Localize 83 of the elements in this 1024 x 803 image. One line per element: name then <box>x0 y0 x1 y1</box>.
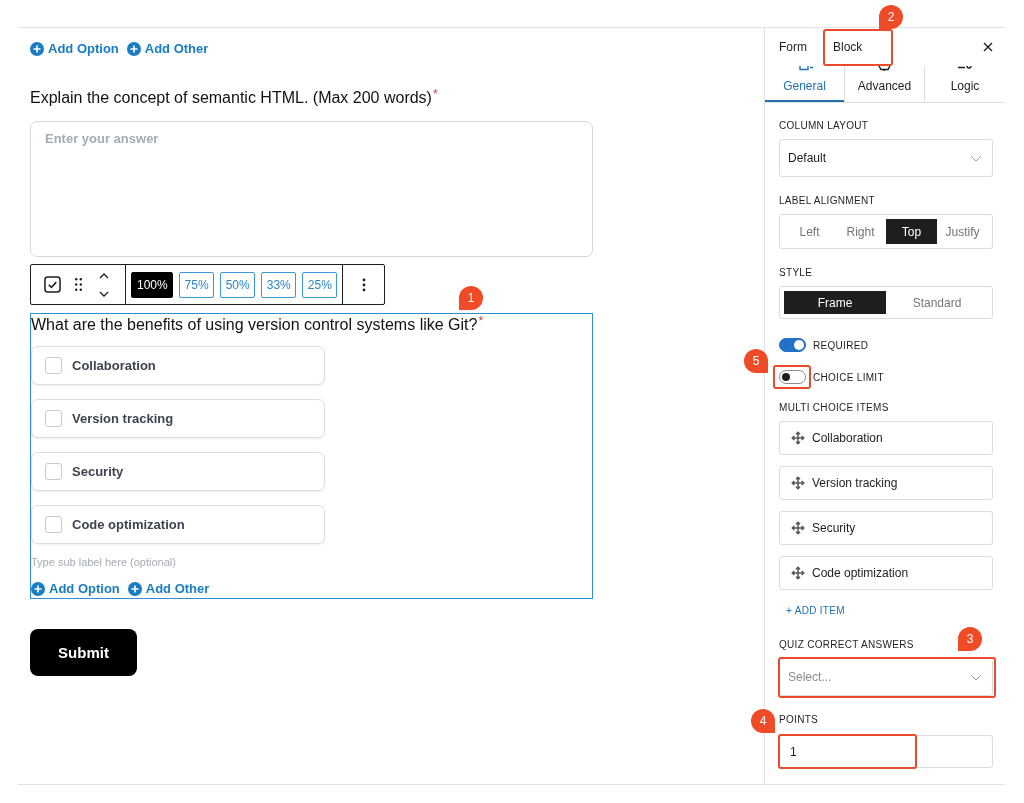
width-button[interactable]: 75% <box>178 271 214 298</box>
option-card[interactable]: Security <box>31 452 325 491</box>
width-button[interactable]: 25% <box>301 271 337 298</box>
segment-button[interactable]: Right <box>835 219 886 244</box>
callout-marker: 4 <box>751 709 775 733</box>
answer-field[interactable]: Enter your answer <box>30 121 593 257</box>
tab-icon <box>796 66 813 71</box>
chevron-down-icon[interactable] <box>99 290 109 297</box>
checkbox-icon[interactable] <box>44 276 61 293</box>
section-label: MULTI CHOICE ITEMS <box>779 402 890 414</box>
checkbox[interactable] <box>45 463 62 480</box>
option-card[interactable]: Collaboration <box>31 346 325 385</box>
more-icon[interactable] <box>361 277 366 292</box>
plus-circle-icon <box>30 42 44 56</box>
plus-circle-icon <box>127 582 142 596</box>
choice-item[interactable]: Collaboration <box>779 421 993 455</box>
chevron-down-icon <box>970 673 982 681</box>
option-label: Collaboration <box>72 358 156 373</box>
tab-icon <box>876 66 893 71</box>
annotation-frame <box>773 365 811 389</box>
toggle-switch[interactable] <box>779 370 806 384</box>
toggle-label: CHOICE LIMIT <box>813 371 884 383</box>
add-link[interactable]: Add Other <box>126 41 209 57</box>
width-button[interactable]: 100% <box>131 271 173 298</box>
checkbox[interactable] <box>45 410 62 427</box>
add-link[interactable]: Add Option <box>30 41 119 57</box>
settings-tab[interactable]: Advanced <box>845 66 925 102</box>
dropdown[interactable]: Default <box>779 139 993 177</box>
submit-button[interactable]: Submit <box>30 629 137 676</box>
option-card[interactable]: Version tracking <box>31 399 325 438</box>
drag-handle-icon[interactable] <box>75 278 82 291</box>
panel-tab[interactable]: Block <box>833 28 863 66</box>
callout-marker: 3 <box>958 627 982 651</box>
checkbox[interactable] <box>45 357 62 374</box>
annotation-frame <box>823 29 893 66</box>
close-icon[interactable] <box>983 42 993 52</box>
chevron-down-icon <box>970 154 982 162</box>
plus-circle-icon <box>126 42 141 56</box>
segment-button[interactable]: Frame <box>784 291 886 314</box>
move-icon[interactable] <box>791 431 805 445</box>
chevron-up-icon[interactable] <box>99 272 109 279</box>
settings-tab[interactable]: Logic <box>925 66 1005 102</box>
settings-tab[interactable]: General <box>765 66 845 102</box>
callout-marker: 1 <box>459 286 483 310</box>
callout-marker: 2 <box>879 5 903 29</box>
required-asterisk: * <box>478 314 484 328</box>
section-label: STYLE <box>779 267 814 279</box>
section-label: QUIZ CORRECT ANSWERS <box>779 639 915 651</box>
points-field[interactable]: 1 <box>779 735 993 768</box>
section-label: LABEL ALIGNMENT <box>779 195 876 207</box>
move-icon[interactable] <box>791 566 805 580</box>
width-button[interactable]: 50% <box>219 271 255 298</box>
sub-label-field[interactable]: Type sub label here (optional) <box>31 555 331 569</box>
segment-button[interactable]: Top <box>886 219 937 244</box>
question-label: What are the benefits of using version control systems like Git? <box>31 315 478 335</box>
segment-button[interactable]: Standard <box>886 291 988 314</box>
callout-marker: 5 <box>744 349 768 373</box>
add-link[interactable]: Add Option <box>31 581 120 597</box>
panel-tab[interactable]: Form <box>779 28 807 66</box>
add-link[interactable]: Add Other <box>127 581 210 597</box>
move-icon[interactable] <box>791 521 805 535</box>
plus-circle-icon <box>31 582 45 596</box>
required-asterisk: * <box>432 87 438 101</box>
toggle-label: REQUIRED <box>813 339 869 351</box>
choice-item[interactable]: Security <box>779 511 993 545</box>
checkbox[interactable] <box>45 516 62 533</box>
option-label: Version tracking <box>72 411 174 426</box>
tab-icon <box>957 66 973 71</box>
add-item-link[interactable]: + ADD ITEM <box>779 605 845 617</box>
dropdown[interactable]: Select... <box>779 658 993 696</box>
move-icon[interactable] <box>791 476 805 490</box>
choice-item[interactable]: Code optimization <box>779 556 993 590</box>
question-label: Explain the concept of semantic HTML. (Max 200 words) <box>30 88 432 108</box>
option-label: Security <box>72 464 124 479</box>
section-label: COLUMN LAYOUT <box>779 120 870 132</box>
segment-button[interactable]: Left <box>784 219 835 244</box>
choice-item[interactable]: Version tracking <box>779 466 993 500</box>
segment-button[interactable]: Justify <box>937 219 988 244</box>
width-button[interactable]: 33% <box>260 271 296 298</box>
option-label: Code optimization <box>72 517 185 532</box>
section-label: POINTS <box>779 714 820 726</box>
toggle-switch[interactable] <box>779 338 806 352</box>
option-card[interactable]: Code optimization <box>31 505 325 544</box>
